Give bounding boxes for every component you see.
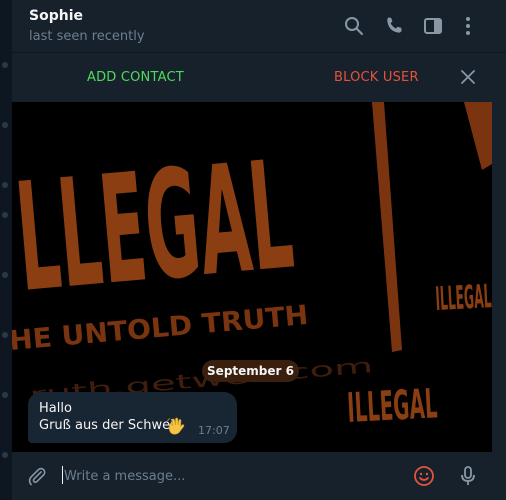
message-bubble[interactable]: Hallo Gruß aus der Schweiz 17:07 xyxy=(28,392,237,443)
left-panel-edge xyxy=(0,0,12,500)
chat-status: last seen recently xyxy=(29,29,145,44)
emoji-icon[interactable] xyxy=(412,464,436,488)
waving-hand-emoji xyxy=(166,417,186,435)
date-separator: September 6 xyxy=(202,360,299,382)
phone-icon[interactable] xyxy=(382,14,406,38)
chat-name[interactable]: Sophie xyxy=(29,8,83,24)
wallpaper-small-word: ILLEGAL xyxy=(434,278,492,319)
more-vertical-icon[interactable] xyxy=(456,14,480,38)
message-composer xyxy=(12,452,506,500)
message-text-line: Hallo xyxy=(39,401,72,416)
message-text-line: Gruß aus der Schweiz xyxy=(39,418,181,433)
close-icon[interactable] xyxy=(458,67,478,87)
chat-header: Sophie last seen recently xyxy=(12,0,506,53)
wallpaper-small-word-2: ILLEGAL xyxy=(346,379,438,431)
block-user-button[interactable]: BLOCK USER xyxy=(334,70,419,85)
wallpaper-big-word: LLEGAL xyxy=(12,129,299,326)
search-icon[interactable] xyxy=(342,14,366,38)
date-separator-label: September 6 xyxy=(207,364,294,378)
paperclip-icon[interactable] xyxy=(26,465,48,487)
message-time: 17:07 xyxy=(198,424,230,437)
contact-action-bar: ADD CONTACT BLOCK USER xyxy=(12,53,506,101)
microphone-icon[interactable] xyxy=(456,464,480,488)
scrollbar[interactable] xyxy=(492,102,506,452)
add-contact-button[interactable]: ADD CONTACT xyxy=(87,70,184,85)
sidebar-toggle-icon[interactable] xyxy=(421,14,445,38)
message-input[interactable] xyxy=(62,466,394,486)
